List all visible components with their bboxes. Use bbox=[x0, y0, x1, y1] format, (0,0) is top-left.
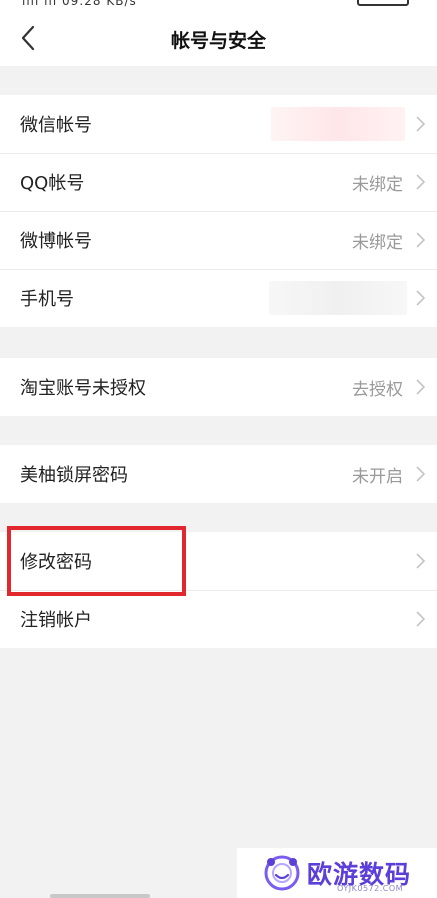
chevron-right-icon bbox=[416, 290, 425, 306]
row-value: 未绑定 bbox=[352, 232, 403, 253]
row-label: 美柚锁屏密码 bbox=[20, 465, 128, 486]
row-label: 修改密码 bbox=[20, 552, 92, 573]
row-label: 微信帐号 bbox=[20, 115, 92, 136]
row-qq-account[interactable]: QQ帐号 未绑定 bbox=[0, 153, 437, 211]
row-value: 未绑定 bbox=[352, 174, 403, 195]
chevron-right-icon bbox=[416, 174, 425, 190]
nav-bar: 帐号与安全 bbox=[0, 10, 437, 66]
watermark: 欧游数码 OYJK0572.COM bbox=[237, 848, 437, 898]
row-value: 未开启 bbox=[352, 466, 403, 487]
home-indicator bbox=[50, 894, 150, 898]
masked-value bbox=[269, 281, 407, 315]
lockscreen-group: 美柚锁屏密码 未开启 bbox=[0, 445, 437, 503]
row-wechat-account[interactable]: 微信帐号 bbox=[0, 95, 437, 153]
row-value: 去授权 bbox=[352, 379, 403, 400]
chevron-right-icon bbox=[416, 611, 425, 627]
row-delete-account[interactable]: 注销帐户 bbox=[0, 590, 437, 648]
row-label: 手机号 bbox=[20, 289, 74, 310]
watermark-subtitle: OYJK0572.COM bbox=[337, 884, 404, 893]
account-security-page: ıııı ııı 09:28 KB/s 帐号与安全 微信帐号 QQ帐号 未绑定 … bbox=[0, 0, 437, 898]
account-binding-group: 微信帐号 QQ帐号 未绑定 微博帐号 未绑定 手机号 bbox=[0, 95, 437, 327]
brand-logo-icon bbox=[264, 855, 300, 891]
row-phone-number[interactable]: 手机号 bbox=[0, 269, 437, 327]
status-bar: ıııı ııı 09:28 KB/s bbox=[0, 0, 437, 10]
row-label: 微博帐号 bbox=[20, 231, 92, 252]
row-label: 淘宝账号未授权 bbox=[20, 378, 146, 399]
chevron-right-icon bbox=[416, 232, 425, 248]
masked-value bbox=[271, 107, 405, 141]
chevron-right-icon bbox=[416, 116, 425, 132]
row-change-password[interactable]: 修改密码 bbox=[0, 532, 437, 590]
row-taobao-authorize[interactable]: 淘宝账号未授权 去授权 bbox=[0, 358, 437, 416]
taobao-group: 淘宝账号未授权 去授权 bbox=[0, 358, 437, 416]
chevron-right-icon bbox=[416, 379, 425, 395]
row-label: QQ帐号 bbox=[20, 173, 85, 194]
chevron-right-icon bbox=[416, 466, 425, 482]
row-weibo-account[interactable]: 微博帐号 未绑定 bbox=[0, 211, 437, 269]
row-label: 注销帐户 bbox=[20, 610, 92, 631]
status-bar-text: ıııı ııı 09:28 KB/s bbox=[22, 0, 137, 8]
row-lockscreen-password[interactable]: 美柚锁屏密码 未开启 bbox=[0, 445, 437, 503]
page-title: 帐号与安全 bbox=[170, 30, 266, 52]
password-group: 修改密码 注销帐户 bbox=[0, 532, 437, 648]
battery-icon bbox=[357, 0, 409, 6]
chevron-right-icon bbox=[416, 553, 425, 569]
